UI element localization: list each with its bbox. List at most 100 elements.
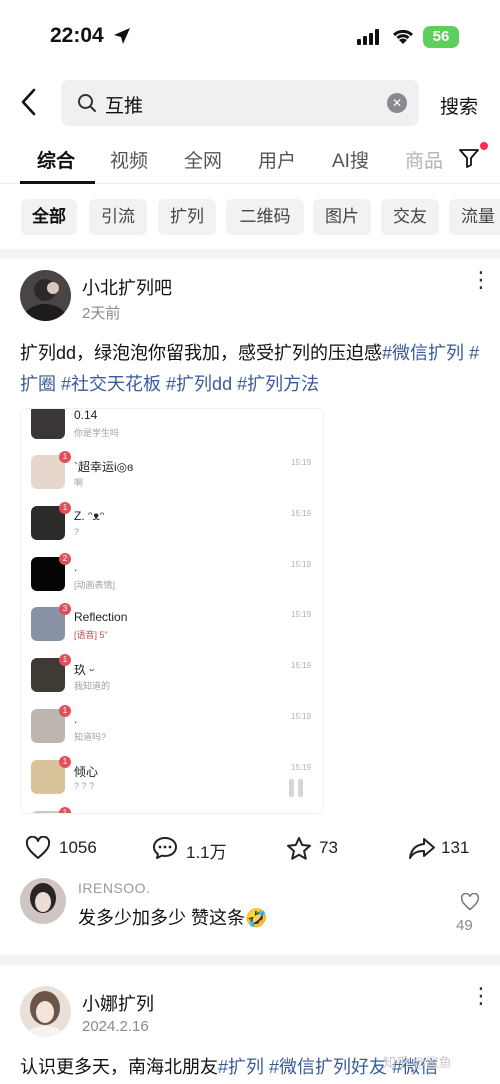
hashtag[interactable]: #微信扩列好友 (269, 1057, 387, 1077)
unread-badge: 1 (59, 705, 71, 717)
chat-name: . (74, 560, 78, 574)
comment-text: 发多少加多少 赞这条🤣 (78, 908, 268, 928)
tab-comprehensive[interactable]: 综合 (37, 146, 75, 173)
star-icon[interactable] (286, 836, 312, 861)
hashtag[interactable]: #社交天花板 (61, 374, 161, 394)
like-count: 1056 (59, 838, 97, 857)
post-author[interactable]: 小娜扩列 (82, 990, 154, 1016)
list-item: 0.14 你是学生吗 (21, 409, 323, 449)
chip-expand[interactable]: 扩列 (158, 199, 216, 235)
comment-author[interactable]: IRENSOO. (78, 880, 150, 896)
back-arrow-icon[interactable] (20, 88, 36, 116)
tab-ai-search[interactable]: AI搜 (332, 146, 369, 173)
post-author[interactable]: 小北扩列吧 (82, 274, 172, 300)
list-item: 2 . [动画表情] 15:19 (21, 551, 323, 601)
watermark: 知乎 @鲨鱼 (383, 1055, 452, 1070)
more-options-icon[interactable]: ⋮ (470, 269, 492, 291)
chat-time: 15:19 (291, 458, 312, 467)
active-tab-indicator (20, 181, 95, 184)
chat-time: 15:19 (291, 509, 312, 518)
post-image[interactable]: 0.14 你是学生吗 1 `超幸运i◎ɞ 啊 15:19 1 Z. ᵔᴥᵔ ? … (21, 409, 323, 813)
pause-icon (298, 779, 303, 797)
unread-badge: 1 (59, 807, 71, 813)
chat-message: 我知道的 (74, 681, 111, 691)
comment-icon[interactable] (152, 836, 178, 860)
chat-message: ? ? ? (74, 781, 95, 791)
chip-traffic[interactable]: 引流 (89, 199, 147, 235)
chip-all[interactable]: 全部 (21, 199, 77, 235)
list-item: 1 倾心 ? ? ? 15:19 (21, 754, 323, 804)
chat-time: 15:19 (291, 560, 312, 569)
chat-time: 15:19 (291, 763, 312, 772)
unread-badge: 1 (59, 756, 71, 768)
battery-indicator: 56 (423, 26, 459, 48)
chat-name: 0.14 (74, 409, 98, 422)
section-divider (0, 249, 500, 259)
unread-badge: 1 (59, 451, 71, 463)
section-divider (0, 955, 500, 965)
tab-users[interactable]: 用户 (258, 146, 296, 173)
search-input[interactable]: 互推 ✕ (61, 80, 419, 126)
hashtag[interactable]: #扩列dd (166, 374, 232, 394)
list-item: 1 (21, 805, 323, 813)
filter-notification-dot (480, 142, 488, 150)
chat-name: `超幸运i◎ɞ (74, 460, 134, 474)
post-text: 扩列dd，绿泡泡你留我加，感受扩列的压迫感#微信扩列 #扩圈 #社交天花板 #扩… (20, 338, 480, 400)
search-icon (78, 94, 96, 112)
comment-like-count: 49 (456, 917, 473, 934)
list-item: 3 Reflection [语音] 5" 15:19 (21, 601, 323, 651)
chat-time: 15:19 (291, 661, 312, 670)
clear-icon[interactable]: ✕ (387, 93, 407, 113)
chat-message: 知道吗? (74, 732, 107, 742)
heart-icon[interactable] (25, 836, 51, 860)
chat-message: 啊 (74, 478, 84, 488)
chat-time: 15:19 (291, 610, 312, 619)
hashtag[interactable]: #扩列 (218, 1057, 264, 1077)
chip-images[interactable]: 图片 (313, 199, 371, 235)
chat-message: 你是学生吗 (74, 428, 120, 438)
list-item: 1 Z. ᵔᴥᵔ ? 15:19 (21, 500, 323, 550)
post-date: 2024.2.16 (82, 1018, 149, 1035)
search-query: 互推 (105, 96, 144, 117)
cellular-signal-icon (357, 29, 379, 45)
status-time: 22:04 (50, 24, 104, 47)
location-arrow-icon (114, 28, 130, 44)
status-bar: 22:04 56 (0, 0, 500, 70)
post-body: 认识更多天，南海北朋友 (20, 1057, 218, 1077)
chip-friends[interactable]: 交友 (381, 199, 439, 235)
more-options-icon[interactable]: ⋮ (470, 985, 492, 1007)
avatar[interactable] (20, 878, 66, 924)
tab-video[interactable]: 视频 (110, 146, 148, 173)
unread-badge: 1 (59, 502, 71, 514)
chat-message: [语音] 5" (74, 630, 108, 640)
category-tabs: 综合 视频 全网 用户 AI搜 商品 (0, 140, 500, 184)
heart-icon[interactable] (460, 893, 480, 911)
chat-time: 15:19 (291, 712, 312, 721)
chat-name: . (74, 712, 78, 726)
post-time: 2天前 (82, 305, 121, 322)
search-button[interactable]: 搜索 (440, 92, 478, 119)
pause-icon (289, 779, 294, 797)
post-body: 扩列dd，绿泡泡你留我加，感受扩列的压迫感 (20, 343, 383, 363)
chip-qrcode[interactable]: 二维码 (226, 199, 304, 235)
filter-icon[interactable] (458, 148, 480, 168)
tab-products[interactable]: 商品 (405, 146, 443, 173)
hashtag[interactable]: #微信扩列 (382, 343, 464, 363)
chat-message: ? (74, 527, 80, 537)
favorite-count: 73 (319, 838, 338, 857)
hashtag[interactable]: #扩列方法 (237, 374, 319, 394)
avatar[interactable] (20, 986, 71, 1037)
chat-name: Reflection (74, 610, 128, 624)
chat-name: Z. ᵔᴥᵔ (74, 509, 105, 523)
list-item: 1 玖 ᵕ 我知道的 15:19 (21, 652, 323, 702)
unread-badge: 1 (59, 654, 71, 666)
wifi-icon (392, 29, 414, 44)
chat-name: 倾心 (74, 765, 99, 779)
list-item: 1 `超幸运i◎ɞ 啊 15:19 (21, 449, 323, 499)
share-icon[interactable] (408, 836, 436, 860)
chip-flow[interactable]: 流量 (449, 199, 500, 235)
tab-web[interactable]: 全网 (184, 146, 222, 173)
chat-name: 玖 ᵕ (74, 663, 94, 677)
unread-badge: 2 (59, 553, 71, 565)
avatar[interactable] (20, 270, 71, 321)
